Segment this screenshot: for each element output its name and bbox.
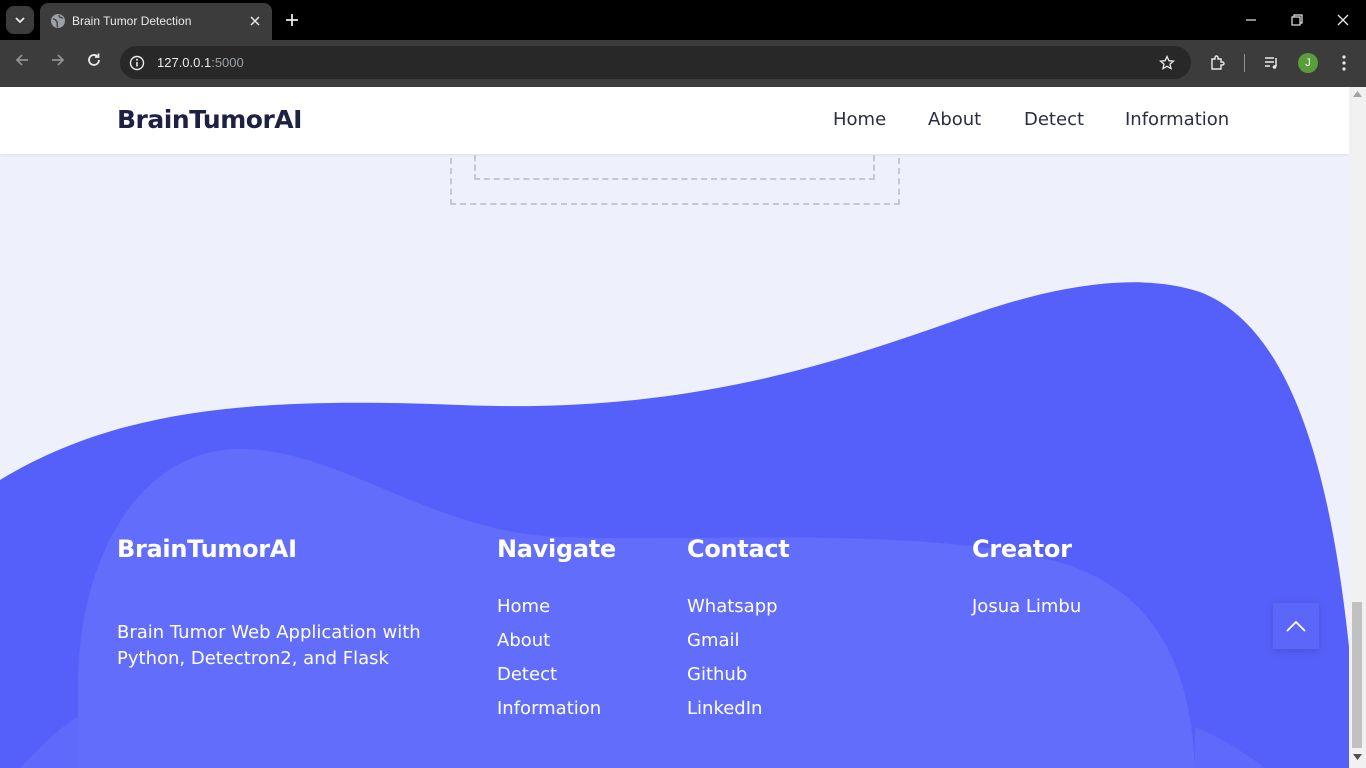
address-bar[interactable]: 127.0.0.1:5000 bbox=[120, 46, 1191, 79]
restore-icon bbox=[1291, 14, 1303, 26]
more-vert-icon bbox=[1342, 55, 1346, 71]
media-controls-button[interactable] bbox=[1261, 52, 1283, 74]
footer-description-line2: Python, Detectron2, and Flask bbox=[117, 648, 389, 669]
bookmark-star-button[interactable] bbox=[1157, 53, 1177, 73]
footer-navigate-title: Navigate bbox=[497, 535, 616, 563]
back-to-top-button[interactable] bbox=[1273, 603, 1319, 649]
footer-contact-github[interactable]: Github bbox=[687, 664, 747, 685]
forward-button[interactable] bbox=[46, 48, 70, 72]
plus-icon bbox=[286, 14, 298, 26]
new-tab-button[interactable] bbox=[280, 8, 304, 32]
page-viewport: BrainTumorAI Home About Detect Informati… bbox=[0, 87, 1349, 768]
chevron-up-icon bbox=[1286, 620, 1306, 632]
reload-icon bbox=[88, 53, 100, 66]
footer-nav-home[interactable]: Home bbox=[497, 596, 550, 617]
close-window-button[interactable] bbox=[1328, 5, 1358, 35]
playlist-icon bbox=[1265, 57, 1277, 69]
site-info-icon[interactable] bbox=[128, 54, 146, 72]
close-icon bbox=[250, 16, 260, 26]
url-port: :5000 bbox=[211, 55, 244, 70]
footer-description-line1: Brain Tumor Web Application with bbox=[117, 622, 421, 643]
footer-nav-detect[interactable]: Detect bbox=[497, 664, 557, 685]
footer-brand: BrainTumorAI bbox=[117, 535, 297, 563]
footer-nav-information[interactable]: Information bbox=[497, 698, 601, 719]
arrow-left-icon bbox=[15, 54, 28, 66]
toolbar-divider bbox=[1244, 54, 1245, 72]
back-button[interactable] bbox=[10, 48, 34, 72]
scrollbar-thumb[interactable] bbox=[1352, 602, 1362, 748]
footer-creator-name[interactable]: Josua Limbu bbox=[972, 596, 1081, 617]
tab-search-button[interactable] bbox=[6, 6, 34, 34]
footer-contact-gmail[interactable]: Gmail bbox=[687, 630, 740, 651]
tab-strip: Brain Tumor Detection bbox=[0, 0, 1366, 40]
footer-contact-linkedin[interactable]: LinkedIn bbox=[687, 698, 762, 719]
footer-creator-title: Creator bbox=[972, 535, 1072, 563]
nav-detect[interactable]: Detect bbox=[1024, 109, 1084, 130]
footer-contact-title: Contact bbox=[687, 535, 790, 563]
globe-icon bbox=[50, 13, 66, 29]
profile-avatar[interactable]: J bbox=[1298, 53, 1318, 73]
reload-button[interactable] bbox=[82, 48, 106, 72]
restore-button[interactable] bbox=[1282, 5, 1312, 35]
footer-nav-about[interactable]: About bbox=[497, 630, 550, 651]
tab-title: Brain Tumor Detection bbox=[72, 14, 192, 28]
extensions-button[interactable] bbox=[1207, 52, 1229, 74]
footer-contact-whatsapp[interactable]: Whatsapp bbox=[687, 596, 778, 617]
scroll-up-arrow-icon[interactable] bbox=[1353, 91, 1362, 97]
url-text: 127.0.0.1:5000 bbox=[157, 55, 244, 70]
site-navbar: BrainTumorAI Home About Detect Informati… bbox=[0, 87, 1349, 154]
arrow-right-icon bbox=[52, 54, 65, 66]
nav-about[interactable]: About bbox=[928, 109, 981, 130]
scroll-down-arrow-icon[interactable] bbox=[1353, 754, 1362, 760]
puzzle-icon bbox=[1211, 55, 1225, 70]
star-icon bbox=[1159, 55, 1175, 70]
minimize-button[interactable] bbox=[1236, 5, 1266, 35]
profile-initial: J bbox=[1305, 57, 1311, 69]
site-logo[interactable]: BrainTumorAI bbox=[117, 105, 302, 134]
nav-information[interactable]: Information bbox=[1125, 109, 1229, 130]
chevron-down-icon bbox=[15, 17, 25, 24]
close-tab-button[interactable] bbox=[246, 12, 264, 30]
browser-menu-button[interactable] bbox=[1334, 52, 1354, 74]
close-icon bbox=[1337, 14, 1349, 26]
url-host: 127.0.0.1 bbox=[157, 55, 212, 70]
browser-tab[interactable]: Brain Tumor Detection bbox=[40, 3, 272, 40]
nav-home[interactable]: Home bbox=[833, 109, 886, 130]
minimize-icon bbox=[1246, 19, 1256, 21]
